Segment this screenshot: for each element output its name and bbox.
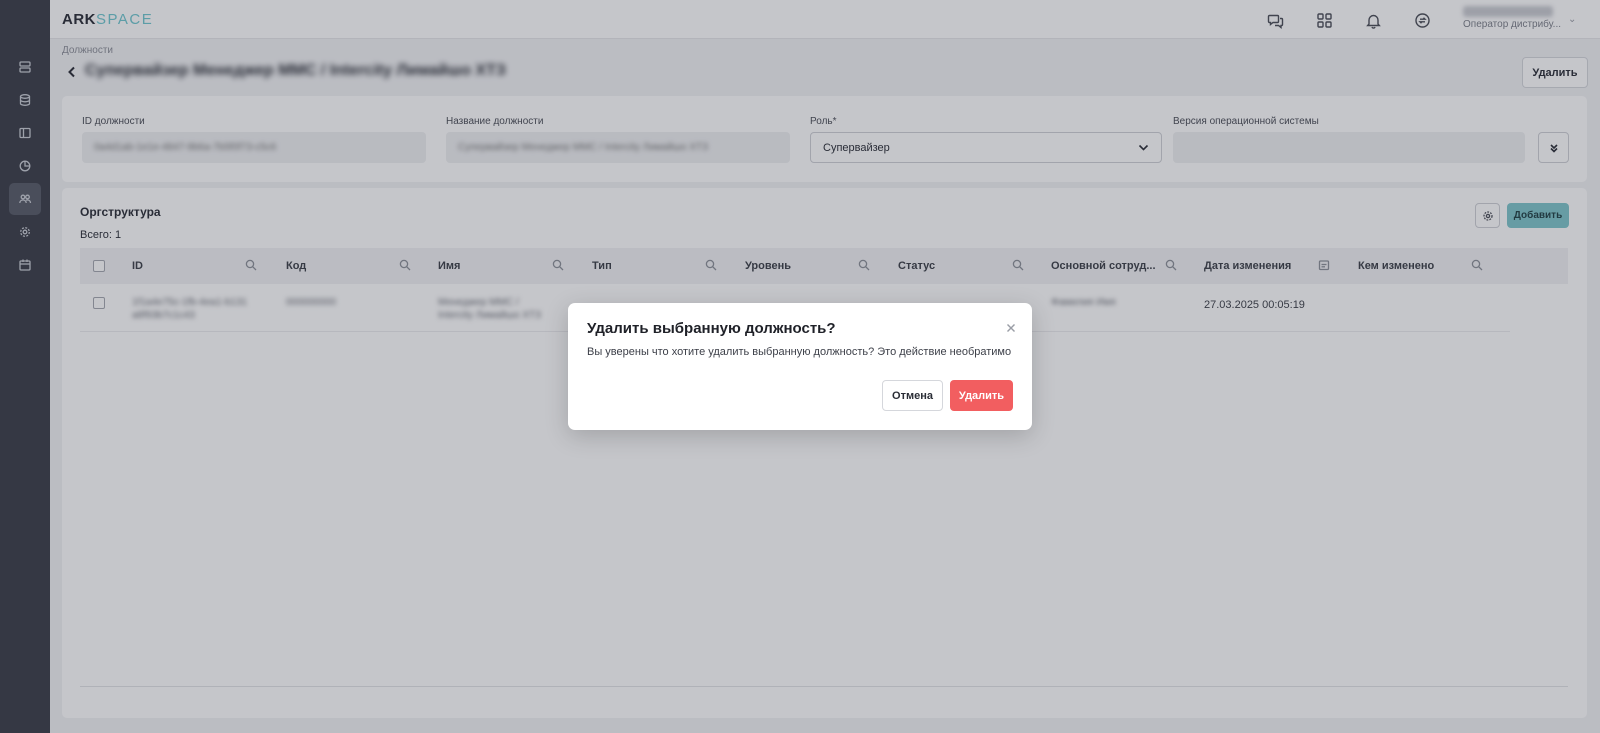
confirm-delete-button[interactable]: Удалить <box>950 380 1013 411</box>
close-icon[interactable] <box>1005 322 1017 334</box>
cancel-button[interactable]: Отмена <box>882 380 943 411</box>
modal-title: Удалить выбранную должность? <box>587 320 836 337</box>
modal-message: Вы уверены что хотите удалить выбранную … <box>587 346 1012 358</box>
delete-confirm-modal: Удалить выбранную должность? Вы уверены … <box>568 303 1032 430</box>
